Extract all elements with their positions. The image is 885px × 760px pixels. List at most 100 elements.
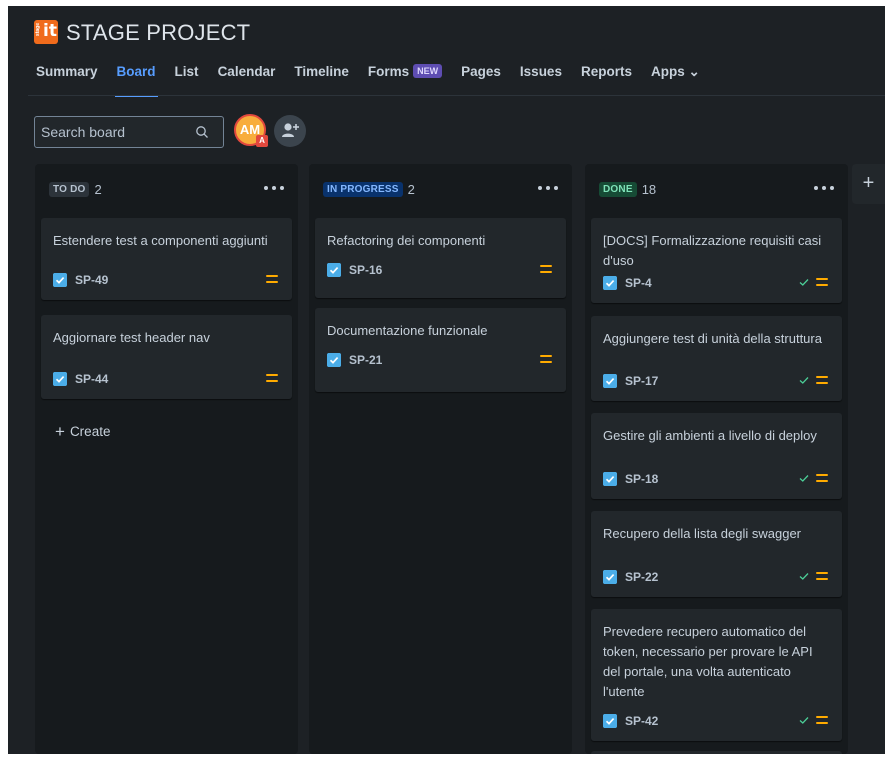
- issue-key[interactable]: SP-22: [625, 569, 658, 585]
- card-footer: SP-49: [53, 272, 280, 288]
- task-type-icon: [327, 263, 341, 277]
- tab-timeline[interactable]: Timeline: [294, 64, 349, 88]
- tabs-divider: [28, 95, 885, 96]
- issue-card[interactable]: Aggiungere test di unità della struttura…: [591, 316, 842, 401]
- status-lozenge: DONE: [599, 181, 637, 197]
- card-footer: SP-16: [327, 262, 554, 278]
- card-summary: Gestire gli ambienti a livello di deploy: [603, 428, 817, 443]
- avatar[interactable]: AM A: [234, 114, 268, 147]
- issue-count: 2: [94, 181, 102, 197]
- issue-key[interactable]: SP-17: [625, 373, 658, 389]
- column-done: DONE 18 [DOCS] Formalizzazione requisiti…: [585, 164, 848, 754]
- priority-medium-icon: [540, 355, 552, 364]
- card-summary: Prevedere recupero automatico del token,…: [603, 624, 813, 699]
- add-people-button[interactable]: [274, 115, 306, 147]
- issue-card[interactable]: Gestire gli ambienti a livello di deploy…: [591, 413, 842, 499]
- card-summary: Aggiornare test header nav: [53, 330, 210, 345]
- issue-key[interactable]: SP-21: [349, 352, 382, 368]
- column-header: DONE 18: [599, 180, 656, 198]
- card-summary: Estendere test a componenti aggiunti: [53, 233, 268, 248]
- search-input[interactable]: [41, 123, 191, 141]
- more-icon[interactable]: [814, 182, 834, 194]
- card-footer: SP-42: [603, 713, 830, 729]
- create-label: Create: [69, 424, 111, 439]
- issue-key[interactable]: SP-44: [75, 371, 108, 387]
- task-type-icon: [53, 273, 67, 287]
- card-summary: Recupero della lista degli swagger: [603, 526, 802, 541]
- issue-card[interactable]: Prevedere recupero automatico del token,…: [591, 609, 842, 741]
- task-type-icon: [327, 353, 341, 367]
- priority-medium-icon: [816, 474, 828, 483]
- issue-key[interactable]: SP-16: [349, 262, 382, 278]
- project-title: STAGE PROJECT: [66, 20, 251, 45]
- issue-card[interactable]: Refactoring dei componenti SP-16: [315, 218, 566, 298]
- done-check-icon: [799, 573, 809, 580]
- tab-summary[interactable]: Summary: [36, 64, 98, 88]
- priority-medium-icon: [540, 265, 552, 274]
- done-check-icon: [799, 279, 809, 286]
- tab-pages[interactable]: Pages: [461, 64, 501, 88]
- task-type-icon: [603, 276, 617, 290]
- priority-medium-icon: [266, 374, 278, 383]
- done-check-icon: [799, 717, 809, 724]
- issue-card[interactable]: [591, 751, 842, 754]
- project-logo[interactable]: stage it: [34, 20, 58, 44]
- card-footer: SP-44: [53, 371, 280, 387]
- task-type-icon: [603, 374, 617, 388]
- window-edge-bottom: [0, 754, 885, 760]
- tab-calendar[interactable]: Calendar: [218, 64, 276, 88]
- logo-it-text: it: [43, 21, 57, 41]
- tab-apps[interactable]: Apps ⌄: [651, 64, 700, 88]
- logo-stage-text: stage: [35, 23, 41, 37]
- task-type-icon: [53, 372, 67, 386]
- avatar-badge: A: [256, 135, 268, 147]
- issue-card[interactable]: Aggiornare test header nav SP-44: [41, 315, 292, 399]
- issue-key[interactable]: SP-42: [625, 713, 658, 729]
- project-nav-tabs: Summary Board List Calendar Timeline For…: [36, 64, 719, 97]
- search-board: [34, 116, 224, 148]
- new-badge: NEW: [413, 64, 443, 78]
- tab-issues[interactable]: Issues: [520, 64, 562, 88]
- tab-reports[interactable]: Reports: [581, 64, 632, 88]
- more-icon[interactable]: [264, 182, 284, 194]
- tab-board[interactable]: Board: [114, 64, 158, 97]
- tab-forms[interactable]: Forms NEW: [367, 64, 443, 88]
- issue-card[interactable]: Documentazione funzionale SP-21: [315, 308, 566, 392]
- add-person-icon: [282, 123, 299, 137]
- issue-count: 18: [641, 181, 657, 197]
- done-check-icon: [799, 475, 809, 482]
- board-page: stage it STAGE PROJECT Summary Board Lis…: [8, 6, 885, 754]
- priority-medium-icon: [816, 572, 828, 581]
- card-footer: SP-17: [603, 373, 830, 389]
- column-todo: TO DO 2 Estendere test a componenti aggi…: [35, 164, 298, 754]
- issue-card[interactable]: Estendere test a componenti aggiunti SP-…: [41, 218, 292, 300]
- tab-list[interactable]: List: [175, 64, 199, 88]
- issue-key[interactable]: SP-4: [625, 275, 652, 291]
- task-type-icon: [603, 570, 617, 584]
- issue-count: 2: [407, 181, 415, 197]
- add-column-button[interactable]: +: [852, 164, 885, 204]
- issue-key[interactable]: SP-18: [625, 471, 658, 487]
- column-in-progress: IN PROGRESS 2 Refactoring dei componenti…: [309, 164, 572, 754]
- column-header: IN PROGRESS 2: [323, 180, 415, 198]
- column-header: TO DO 2: [49, 180, 102, 198]
- issue-card[interactable]: Recupero della lista degli swagger SP-22: [591, 511, 842, 597]
- card-footer: SP-21: [327, 352, 554, 368]
- window-edge-left: [0, 0, 8, 760]
- card-summary: Aggiungere test di unità della struttura: [603, 331, 822, 346]
- card-summary: [DOCS] Formalizzazione requisiti casi d'…: [603, 233, 822, 268]
- issue-card[interactable]: [DOCS] Formalizzazione requisiti casi d'…: [591, 218, 842, 303]
- task-type-icon: [603, 472, 617, 486]
- tab-forms-label: Forms: [367, 64, 410, 79]
- status-lozenge: TO DO: [49, 181, 90, 197]
- task-type-icon: [603, 714, 617, 728]
- issue-key[interactable]: SP-49: [75, 272, 108, 288]
- search-icon[interactable]: [195, 125, 209, 139]
- card-footer: SP-18: [603, 471, 830, 487]
- card-footer: SP-4: [603, 275, 830, 291]
- more-icon[interactable]: [538, 182, 558, 194]
- done-check-icon: [799, 377, 809, 384]
- card-summary: Refactoring dei componenti: [327, 233, 486, 248]
- status-lozenge: IN PROGRESS: [323, 181, 403, 197]
- create-issue-button[interactable]: + Create: [55, 422, 110, 442]
